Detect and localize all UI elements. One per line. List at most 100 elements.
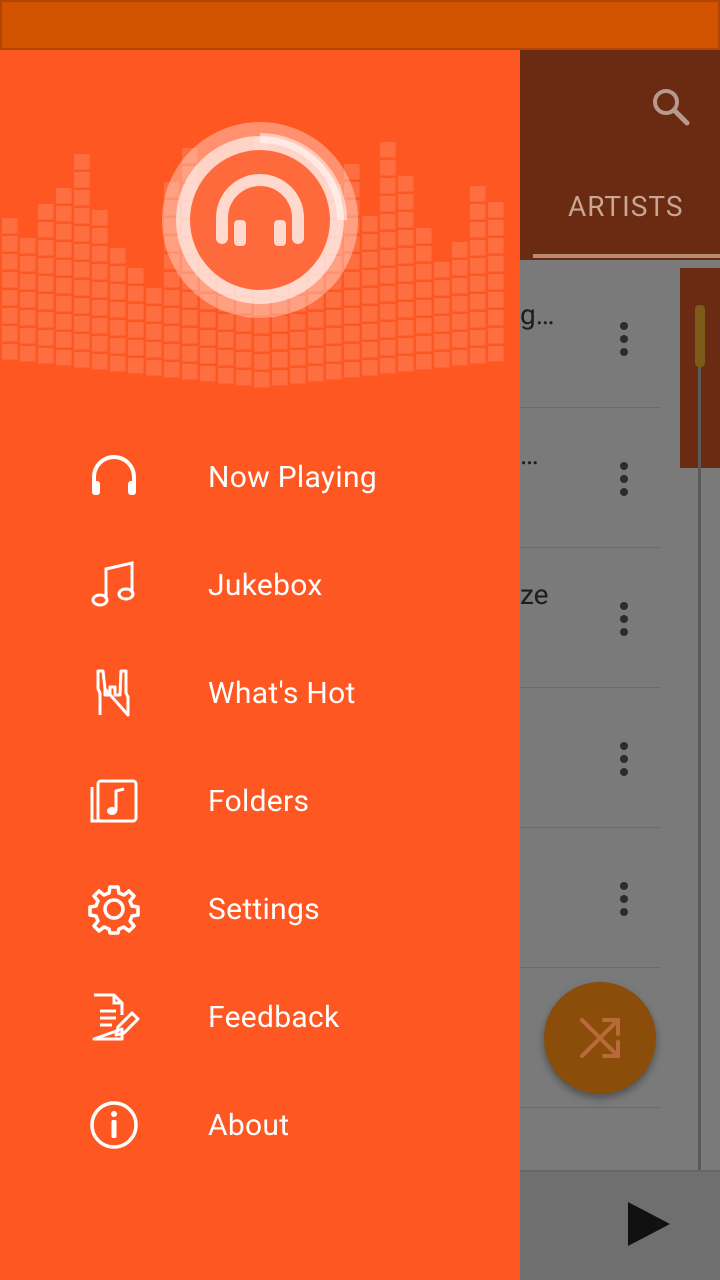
equalizer-cell [380, 304, 396, 320]
equalizer-cell [38, 222, 54, 238]
equalizer-cell [38, 240, 54, 256]
menu-item-whats-hot[interactable]: What's Hot [0, 646, 520, 736]
equalizer-cell [380, 340, 396, 356]
equalizer-cell [38, 330, 54, 346]
equalizer-cell [488, 202, 504, 218]
equalizer-cell [488, 346, 504, 362]
equalizer-cell [218, 332, 234, 348]
info-icon [88, 1099, 140, 1151]
tab-artists-label: ARTISTS [568, 190, 684, 223]
equalizer-cell [344, 326, 360, 342]
equalizer-cell [74, 208, 90, 224]
list-item[interactable]: … [520, 408, 660, 548]
document-edit-icon [88, 991, 140, 1043]
equalizer-cell [416, 282, 432, 298]
equalizer-cell [326, 364, 342, 380]
equalizer-cell [290, 368, 306, 384]
shuffle-button[interactable] [544, 982, 656, 1094]
equalizer-cell [488, 292, 504, 308]
equalizer-cell [434, 298, 450, 314]
play-icon[interactable] [628, 1202, 670, 1246]
equalizer-cell [92, 336, 108, 352]
equalizer-cell [488, 256, 504, 272]
scrollbar-thumb[interactable] [695, 305, 705, 367]
drawer-header [0, 50, 520, 410]
equalizer-cell [488, 274, 504, 290]
equalizer-cell [380, 214, 396, 230]
menu-item-now-playing[interactable]: Now Playing [0, 430, 520, 520]
tab-indicator [533, 254, 720, 258]
overflow-menu-icon[interactable] [620, 462, 632, 496]
overflow-menu-icon[interactable] [620, 882, 632, 916]
equalizer-cell [38, 348, 54, 364]
list-item[interactable] [520, 688, 660, 828]
equalizer-cell [128, 340, 144, 356]
list-item[interactable]: ze [520, 548, 660, 688]
equalizer-cell [236, 370, 252, 386]
equalizer-cell [470, 294, 486, 310]
equalizer-cell [452, 296, 468, 312]
search-icon[interactable] [650, 86, 692, 128]
equalizer-cell [380, 358, 396, 374]
list-item[interactable]: g… [520, 268, 660, 408]
menu-item-label: Feedback [208, 1000, 340, 1035]
scrollbar-track[interactable] [698, 305, 701, 1185]
equalizer-cell [56, 296, 72, 312]
equalizer-cell [56, 260, 72, 276]
equalizer-cell [452, 278, 468, 294]
menu-item-jukebox[interactable]: Jukebox [0, 538, 520, 628]
equalizer-cell [434, 262, 450, 278]
equalizer-cell [488, 220, 504, 236]
equalizer-cell [56, 242, 72, 258]
navigation-drawer: Now Playing Jukebox What's Hot Folders S… [0, 50, 520, 1280]
equalizer-cell [362, 288, 378, 304]
equalizer-cell [398, 284, 414, 300]
overflow-menu-icon[interactable] [620, 742, 632, 776]
equalizer-cell [254, 336, 270, 352]
equalizer-cell [452, 332, 468, 348]
equalizer-cell [470, 276, 486, 292]
equalizer-cell [416, 264, 432, 280]
equalizer-cell [308, 330, 324, 346]
equalizer-cell [398, 230, 414, 246]
equalizer-cell [92, 300, 108, 316]
equalizer-cell [380, 142, 396, 158]
equalizer-cell [398, 356, 414, 372]
overflow-menu-icon[interactable] [620, 322, 632, 356]
menu-item-folders[interactable]: Folders [0, 754, 520, 844]
equalizer-cell [380, 232, 396, 248]
overflow-menu-icon[interactable] [620, 602, 632, 636]
equalizer-cell [110, 266, 126, 282]
equalizer-cell [2, 254, 18, 270]
equalizer-cell [308, 348, 324, 364]
menu-item-settings[interactable]: Settings [0, 862, 520, 952]
equalizer-cell [470, 240, 486, 256]
equalizer-cell [362, 270, 378, 286]
equalizer-cell [254, 372, 270, 388]
equalizer-cell [56, 332, 72, 348]
equalizer-cell [488, 328, 504, 344]
equalizer-cell [2, 236, 18, 252]
equalizer-cell [182, 364, 198, 380]
equalizer-cell [290, 350, 306, 366]
menu-item-feedback[interactable]: Feedback [0, 970, 520, 1060]
equalizer-cell [488, 310, 504, 326]
menu-item-label: What's Hot [208, 676, 356, 711]
equalizer-cell [182, 346, 198, 362]
equalizer-cell [470, 258, 486, 274]
tab-artists[interactable]: ARTISTS [540, 190, 720, 230]
equalizer-cell [20, 238, 36, 254]
equalizer-cell [74, 334, 90, 350]
list-item[interactable] [520, 828, 660, 968]
menu-item-about[interactable]: About [0, 1078, 520, 1168]
equalizer-cell [2, 308, 18, 324]
equalizer-cell [74, 352, 90, 368]
equalizer-cell [434, 316, 450, 332]
equalizer-cell [398, 302, 414, 318]
equalizer-cell [92, 318, 108, 334]
equalizer-cell [398, 176, 414, 192]
mini-player[interactable] [520, 1170, 720, 1280]
equalizer-cell [380, 250, 396, 266]
equalizer-cell [236, 334, 252, 350]
equalizer-cell [56, 206, 72, 222]
